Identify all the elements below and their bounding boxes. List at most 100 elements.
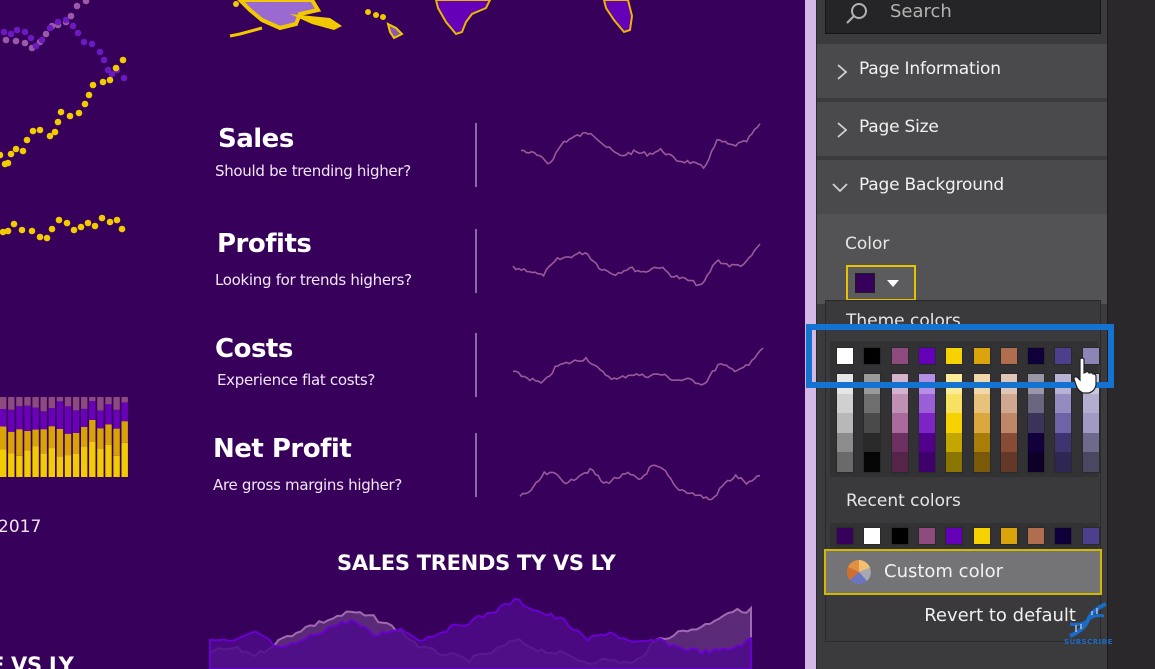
recent-color-swatch[interactable] — [1027, 527, 1046, 545]
shade-swatch[interactable] — [918, 432, 935, 453]
recent-color-swatch[interactable] — [972, 527, 991, 545]
stacked-bar-segment — [0, 449, 7, 477]
shade-swatch[interactable] — [1000, 413, 1017, 433]
shade-swatch[interactable] — [864, 374, 881, 394]
stacked-bar-segment — [89, 397, 96, 402]
shade-swatch[interactable] — [864, 413, 881, 433]
shade-swatch[interactable] — [837, 452, 853, 472]
shade-swatch[interactable] — [1000, 452, 1017, 472]
theme-color-swatch[interactable] — [917, 347, 936, 365]
custom-color-button[interactable]: Custom color — [824, 549, 1102, 595]
line-dot-ty — [27, 34, 35, 42]
theme-color-swatch[interactable] — [972, 347, 991, 365]
map-island — [380, 14, 386, 20]
recent-color-swatch[interactable] — [1054, 527, 1073, 545]
shade-swatch[interactable] — [1000, 393, 1017, 414]
shade-swatch[interactable] — [1055, 393, 1072, 414]
section-page-information[interactable]: Page Information — [817, 44, 1108, 100]
theme-color-swatch[interactable] — [999, 347, 1018, 365]
shade-swatch[interactable] — [1000, 374, 1017, 394]
shade-swatch[interactable] — [946, 374, 963, 394]
shade-swatch[interactable] — [864, 432, 881, 453]
kpi-subtitle-profits: Looking for trends highers? — [215, 271, 412, 289]
shade-swatch[interactable] — [1082, 413, 1099, 433]
recent-color-swatch[interactable] — [890, 527, 909, 545]
section-page-size[interactable]: Page Size — [817, 102, 1108, 158]
recent-color-swatch[interactable] — [863, 527, 882, 545]
section-page-background[interactable]: Page Background — [817, 160, 1108, 216]
color-dropdown-button[interactable] — [846, 265, 916, 301]
stacked-bar-segment — [56, 456, 64, 477]
stacked-bar-segment — [113, 397, 120, 410]
shade-swatch[interactable] — [837, 432, 853, 453]
shade-swatch[interactable] — [837, 393, 853, 414]
shade-swatch[interactable] — [973, 374, 990, 394]
recent-color-swatch[interactable] — [917, 527, 936, 545]
shade-swatch[interactable] — [891, 374, 908, 394]
shade-swatch[interactable] — [1028, 393, 1045, 414]
shade-swatch[interactable] — [891, 413, 908, 433]
stacked-bar-segment — [0, 426, 7, 450]
shade-swatch[interactable] — [1000, 432, 1017, 453]
line-dot-profit — [10, 220, 18, 228]
recent-color-swatch[interactable] — [999, 527, 1018, 545]
theme-color-swatch[interactable] — [1054, 347, 1073, 365]
shade-swatch[interactable] — [1082, 432, 1099, 453]
shade-swatch[interactable] — [918, 452, 935, 472]
theme-color-swatch[interactable] — [1027, 347, 1046, 365]
shade-swatch[interactable] — [973, 452, 990, 472]
shade-swatch[interactable] — [946, 393, 963, 414]
shade-swatch[interactable] — [1055, 374, 1072, 394]
theme-color-swatch[interactable] — [890, 347, 909, 365]
stacked-bar-segment — [32, 429, 39, 447]
shade-swatch[interactable] — [1055, 432, 1072, 453]
shade-swatch[interactable] — [891, 452, 908, 472]
shade-swatch[interactable] — [918, 393, 935, 414]
recent-color-swatch[interactable] — [836, 527, 854, 545]
shade-swatch[interactable] — [973, 393, 990, 414]
sales-trends-title: SALES TRENDS TY VS LY — [337, 551, 616, 575]
shade-swatch[interactable] — [1028, 413, 1045, 433]
theme-color-swatch[interactable] — [863, 347, 882, 365]
shade-swatch[interactable] — [946, 413, 963, 433]
shade-swatch[interactable] — [973, 413, 990, 433]
shade-swatch[interactable] — [946, 452, 963, 472]
theme-color-swatch[interactable] — [836, 347, 854, 365]
shade-swatch[interactable] — [864, 393, 881, 414]
shade-swatch[interactable] — [973, 432, 990, 453]
line-dot-ty — [96, 48, 104, 56]
shade-swatch[interactable] — [1082, 452, 1099, 472]
shade-swatch[interactable] — [918, 374, 935, 394]
recent-color-swatch[interactable] — [945, 527, 964, 545]
stacked-bar-segment — [56, 397, 64, 402]
shade-swatch[interactable] — [837, 413, 853, 433]
line-dot-profit — [28, 227, 36, 235]
shade-swatch[interactable] — [891, 432, 908, 453]
area-series-ty — [209, 597, 752, 669]
theme-color-swatch[interactable] — [945, 347, 964, 365]
revert-to-default-button[interactable]: Revert to default — [826, 595, 1100, 639]
stacked-bar-segment — [89, 401, 96, 420]
shade-swatch[interactable] — [1055, 413, 1072, 433]
stacked-bar-segment — [24, 450, 31, 477]
stacked-bar-segment — [105, 424, 112, 445]
shade-swatch[interactable] — [1028, 452, 1045, 472]
shade-column — [999, 373, 1018, 473]
shade-swatch[interactable] — [1028, 432, 1045, 453]
custom-color-label: Custom color — [884, 561, 1004, 582]
shade-swatch[interactable] — [946, 432, 963, 453]
search-input[interactable]: Search — [825, 0, 1101, 34]
recent-color-swatch[interactable] — [1081, 527, 1100, 545]
shade-swatch[interactable] — [837, 374, 853, 394]
shade-swatch[interactable] — [1082, 393, 1099, 414]
shade-swatch[interactable] — [1055, 452, 1072, 472]
subscribe-watermark[interactable]: SUBSCRIBE — [1064, 600, 1112, 648]
map-island — [373, 12, 379, 18]
stacked-bar-segment — [89, 441, 96, 477]
shade-swatch[interactable] — [891, 393, 908, 414]
kpi-subtitle-costs: Experience flat costs? — [217, 371, 376, 389]
shade-swatch[interactable] — [1028, 374, 1045, 394]
line-dot-ty — [21, 28, 29, 36]
shade-swatch[interactable] — [918, 413, 935, 433]
shade-swatch[interactable] — [864, 452, 881, 472]
